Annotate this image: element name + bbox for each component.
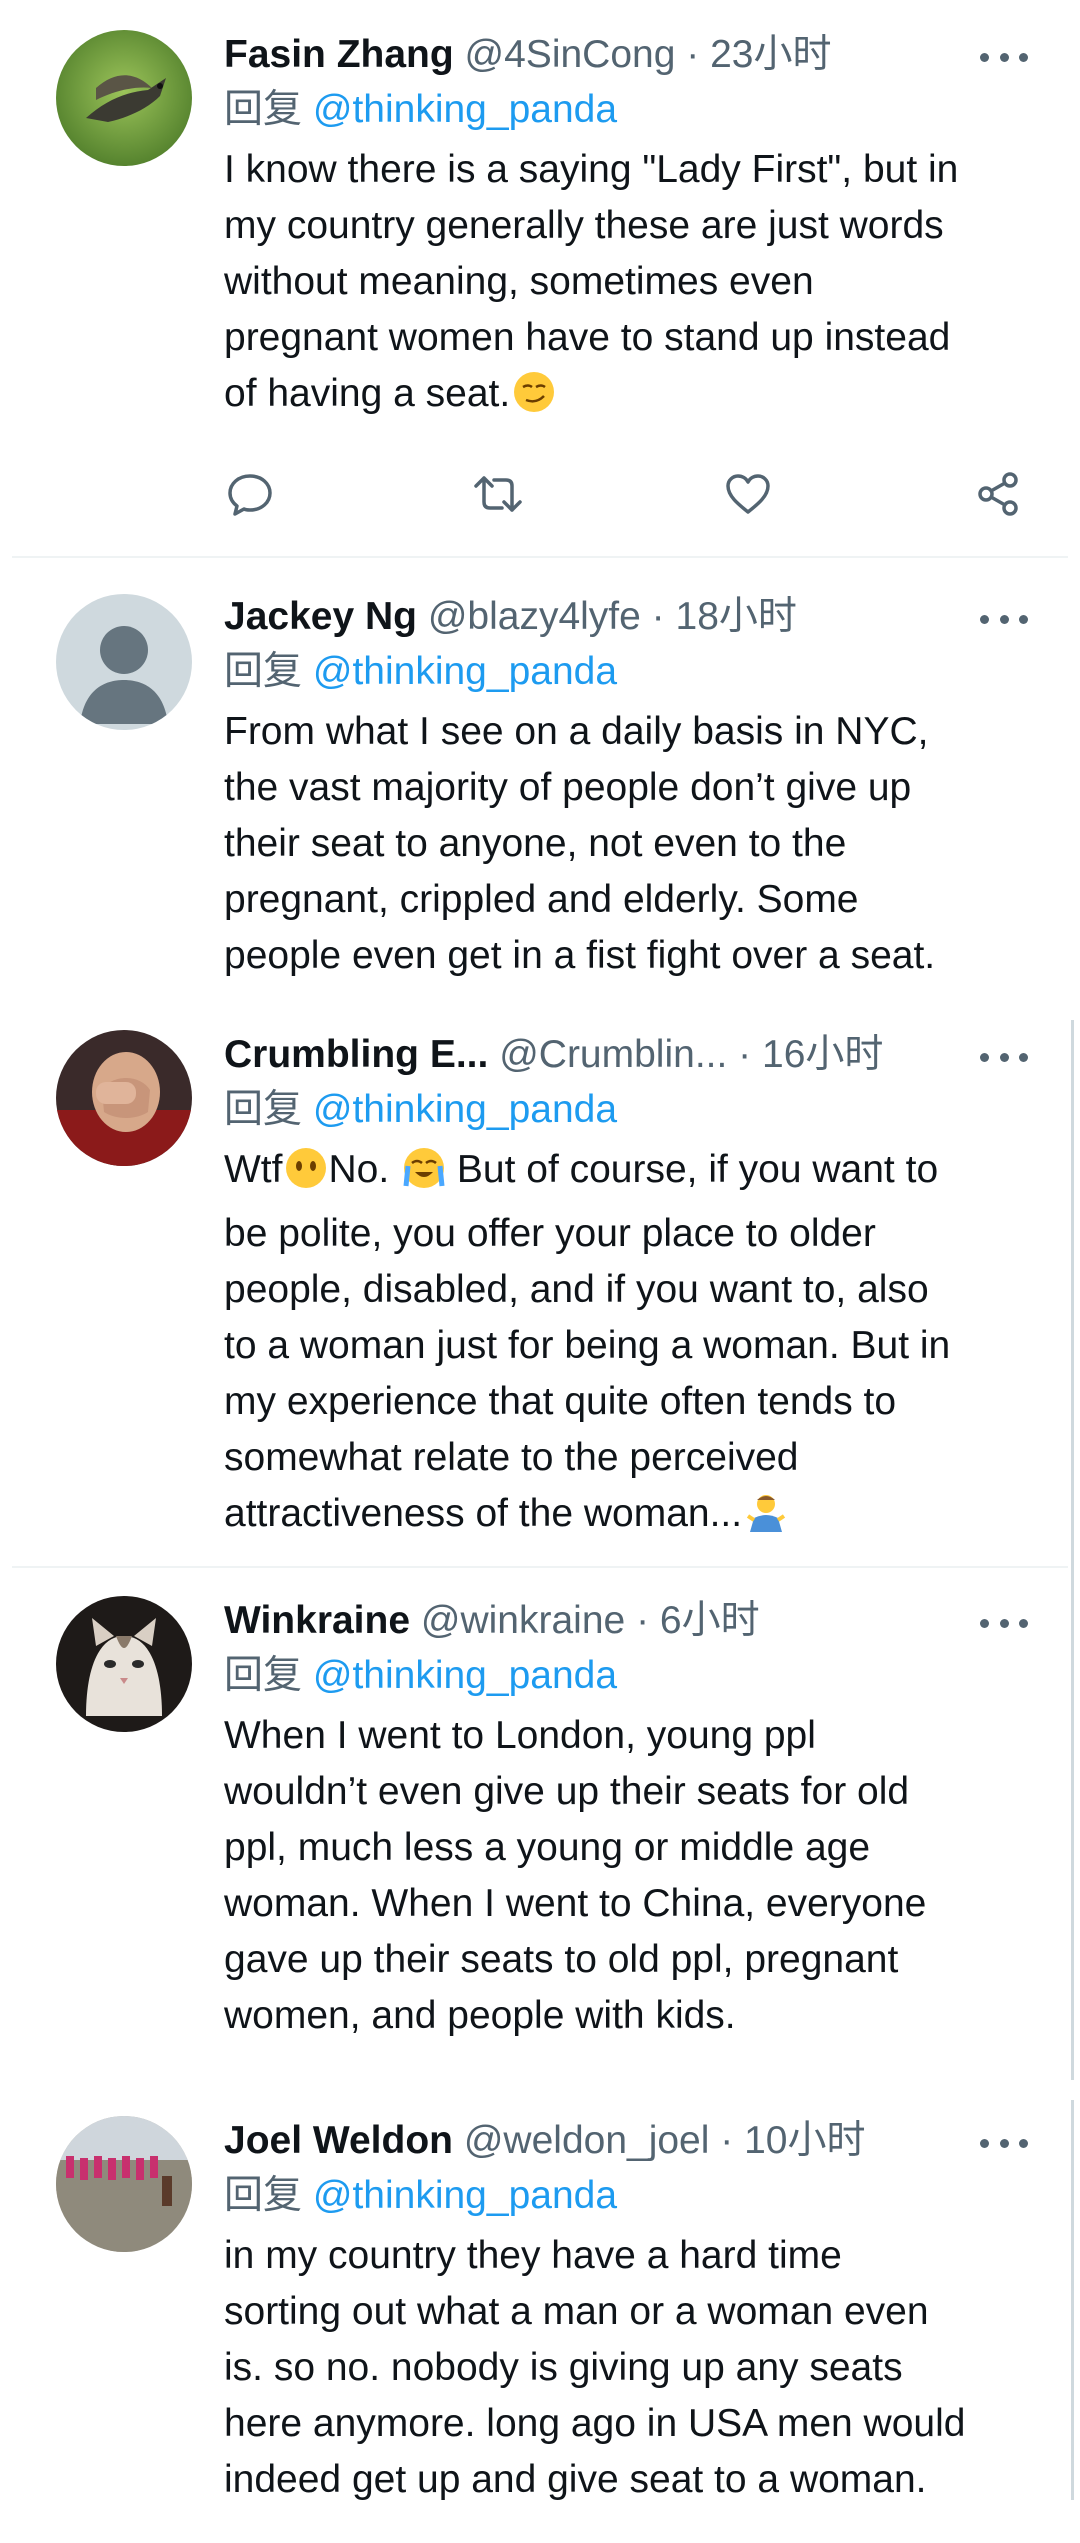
reply-context: 回复 @thinking_panda bbox=[224, 1082, 1030, 1138]
more-options-icon[interactable] bbox=[980, 1030, 1028, 1084]
display-name[interactable]: Crumbling E... bbox=[224, 1033, 488, 1076]
reply-prefix: 回复 bbox=[224, 650, 303, 693]
separator-dot: · bbox=[686, 33, 700, 76]
display-name[interactable]: Winkraine bbox=[224, 1599, 410, 1642]
tweet-text: When I went to London, young ppl wouldn’… bbox=[224, 1714, 927, 2037]
tweet-text-body: I know there is a saying "Lady First", b… bbox=[224, 148, 959, 415]
tweet-text: in my country they have a hard time sort… bbox=[224, 2234, 966, 2501]
tweet-fasin-zhang[interactable]: Fasin Zhang @4SinCong · 23小时 回复 @thinkin… bbox=[0, 0, 1080, 560]
reply-to-link[interactable]: @thinking_panda bbox=[313, 2174, 617, 2217]
heart-icon[interactable] bbox=[722, 468, 774, 525]
reply-context: 回复 @thinking_panda bbox=[224, 1648, 1030, 1704]
reply-context: 回复 @thinking_panda bbox=[224, 2168, 1030, 2224]
divider bbox=[12, 1566, 1068, 1568]
reply-to-link[interactable]: @thinking_panda bbox=[313, 650, 617, 693]
facepalm-avatar-image bbox=[56, 1030, 192, 1166]
thread-edge-line bbox=[1071, 2100, 1074, 2500]
man-shrugging-icon bbox=[744, 1490, 788, 1550]
reply-prefix: 回复 bbox=[224, 1654, 303, 1697]
tweet-text: From what I see on a daily basis in NYC,… bbox=[224, 710, 936, 977]
reply-prefix: 回复 bbox=[224, 2174, 303, 2217]
display-name[interactable]: Joel Weldon bbox=[224, 2119, 453, 2162]
timestamp[interactable]: 10小时 bbox=[744, 2119, 865, 2162]
separator-dot: · bbox=[651, 595, 665, 638]
avatar[interactable] bbox=[56, 1596, 192, 1732]
more-options-icon[interactable] bbox=[980, 30, 1028, 84]
text-part-no: No. bbox=[328, 1148, 390, 1191]
default-avatar-image bbox=[56, 594, 192, 730]
user-handle[interactable]: @blazy4lyfe bbox=[428, 595, 641, 638]
more-options-icon[interactable] bbox=[980, 592, 1028, 646]
tweet-jackey-ng[interactable]: Jackey Ng @blazy4lyfe · 18小时 回复 @thinkin… bbox=[0, 560, 1080, 1010]
avatar[interactable] bbox=[56, 30, 192, 166]
bird-avatar-image bbox=[56, 30, 192, 166]
user-handle[interactable]: @winkraine bbox=[421, 1599, 625, 1642]
timestamp[interactable]: 16小时 bbox=[762, 1033, 883, 1076]
share-icon[interactable] bbox=[972, 468, 1024, 525]
tweet-text-body: be polite, you offer your place to older… bbox=[224, 1212, 951, 1535]
tweet-header: Crumbling E... @Crumblin... · 16小时 bbox=[224, 1028, 1030, 1082]
tweet-text: I know there is a saying "Lady First", b… bbox=[224, 142, 1030, 430]
reply-thread: Fasin Zhang @4SinCong · 23小时 回复 @thinkin… bbox=[0, 0, 1080, 2543]
separator-dot: · bbox=[636, 1599, 650, 1642]
loudly-crying-face-icon bbox=[402, 1146, 446, 1206]
tweet-header: Winkraine @winkraine · 6小时 bbox=[224, 1594, 1030, 1648]
tweet-winkraine[interactable]: Winkraine @winkraine · 6小时 回复 @thinking_… bbox=[0, 1570, 1080, 2090]
tweet-crumbling[interactable]: Crumbling E... @Crumblin... · 16小时 回复 @t… bbox=[0, 1010, 1080, 1570]
face-without-mouth-icon bbox=[284, 1146, 328, 1206]
timestamp[interactable]: 18小时 bbox=[676, 595, 797, 638]
tweet-joel-weldon[interactable]: Joel Weldon @weldon_joel · 10小时 回复 @thin… bbox=[0, 2090, 1080, 2543]
smirk-face-icon bbox=[512, 370, 556, 430]
more-options-icon[interactable] bbox=[980, 1596, 1028, 1650]
comment-bubble-icon[interactable] bbox=[224, 468, 276, 525]
avatar[interactable] bbox=[56, 2116, 192, 2252]
tweet-actions bbox=[224, 468, 1024, 528]
cat-avatar-image bbox=[56, 1596, 192, 1732]
thread-edge-line bbox=[1071, 1020, 1074, 2080]
tweet-text: Wtf No. But of course, if you want to be … bbox=[224, 1142, 1030, 1550]
text-part-wtf: Wtf bbox=[224, 1148, 283, 1191]
reply-to-link[interactable]: @thinking_panda bbox=[313, 1654, 617, 1697]
avatar[interactable] bbox=[56, 594, 192, 730]
user-handle[interactable]: @weldon_joel bbox=[464, 2119, 710, 2162]
tweet-header: Jackey Ng @blazy4lyfe · 18小时 bbox=[224, 590, 1030, 644]
reply-prefix: 回复 bbox=[224, 1088, 303, 1131]
user-handle[interactable]: @Crumblin... bbox=[499, 1033, 727, 1076]
text-part-rest: But of course, if you want to bbox=[456, 1148, 939, 1191]
crowd-avatar-image bbox=[56, 2116, 192, 2252]
separator-dot: · bbox=[738, 1033, 752, 1076]
timestamp[interactable]: 23小时 bbox=[710, 33, 831, 76]
user-handle[interactable]: @4SinCong bbox=[465, 33, 676, 76]
display-name[interactable]: Jackey Ng bbox=[224, 595, 417, 638]
reply-to-link[interactable]: @thinking_panda bbox=[313, 88, 617, 131]
more-options-icon[interactable] bbox=[980, 2116, 1028, 2170]
retweet-icon[interactable] bbox=[470, 468, 526, 525]
divider bbox=[12, 556, 1068, 558]
reply-context: 回复 @thinking_panda bbox=[224, 644, 1030, 700]
display-name[interactable]: Fasin Zhang bbox=[224, 33, 454, 76]
reply-to-link[interactable]: @thinking_panda bbox=[313, 1088, 617, 1131]
reply-context: 回复 @thinking_panda bbox=[224, 82, 1030, 138]
timestamp[interactable]: 6小时 bbox=[660, 1599, 760, 1642]
avatar[interactable] bbox=[56, 1030, 192, 1166]
separator-dot: · bbox=[720, 2119, 734, 2162]
tweet-header: Joel Weldon @weldon_joel · 10小时 bbox=[224, 2114, 1030, 2168]
tweet-header: Fasin Zhang @4SinCong · 23小时 bbox=[224, 28, 1030, 82]
reply-prefix: 回复 bbox=[224, 88, 303, 131]
